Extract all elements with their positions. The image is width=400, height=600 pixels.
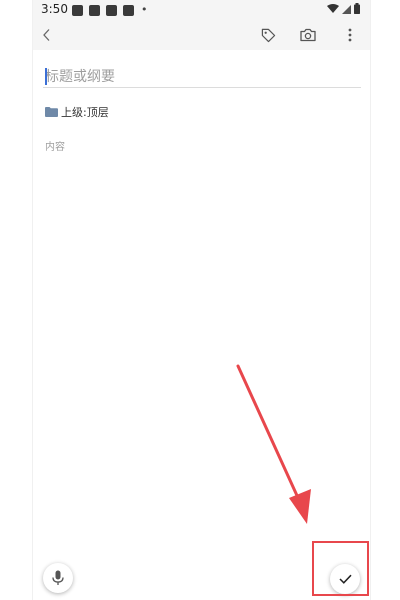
arrow-shaft [236, 364, 301, 502]
annotation-arrow [236, 364, 311, 524]
arrow-head [289, 489, 311, 524]
